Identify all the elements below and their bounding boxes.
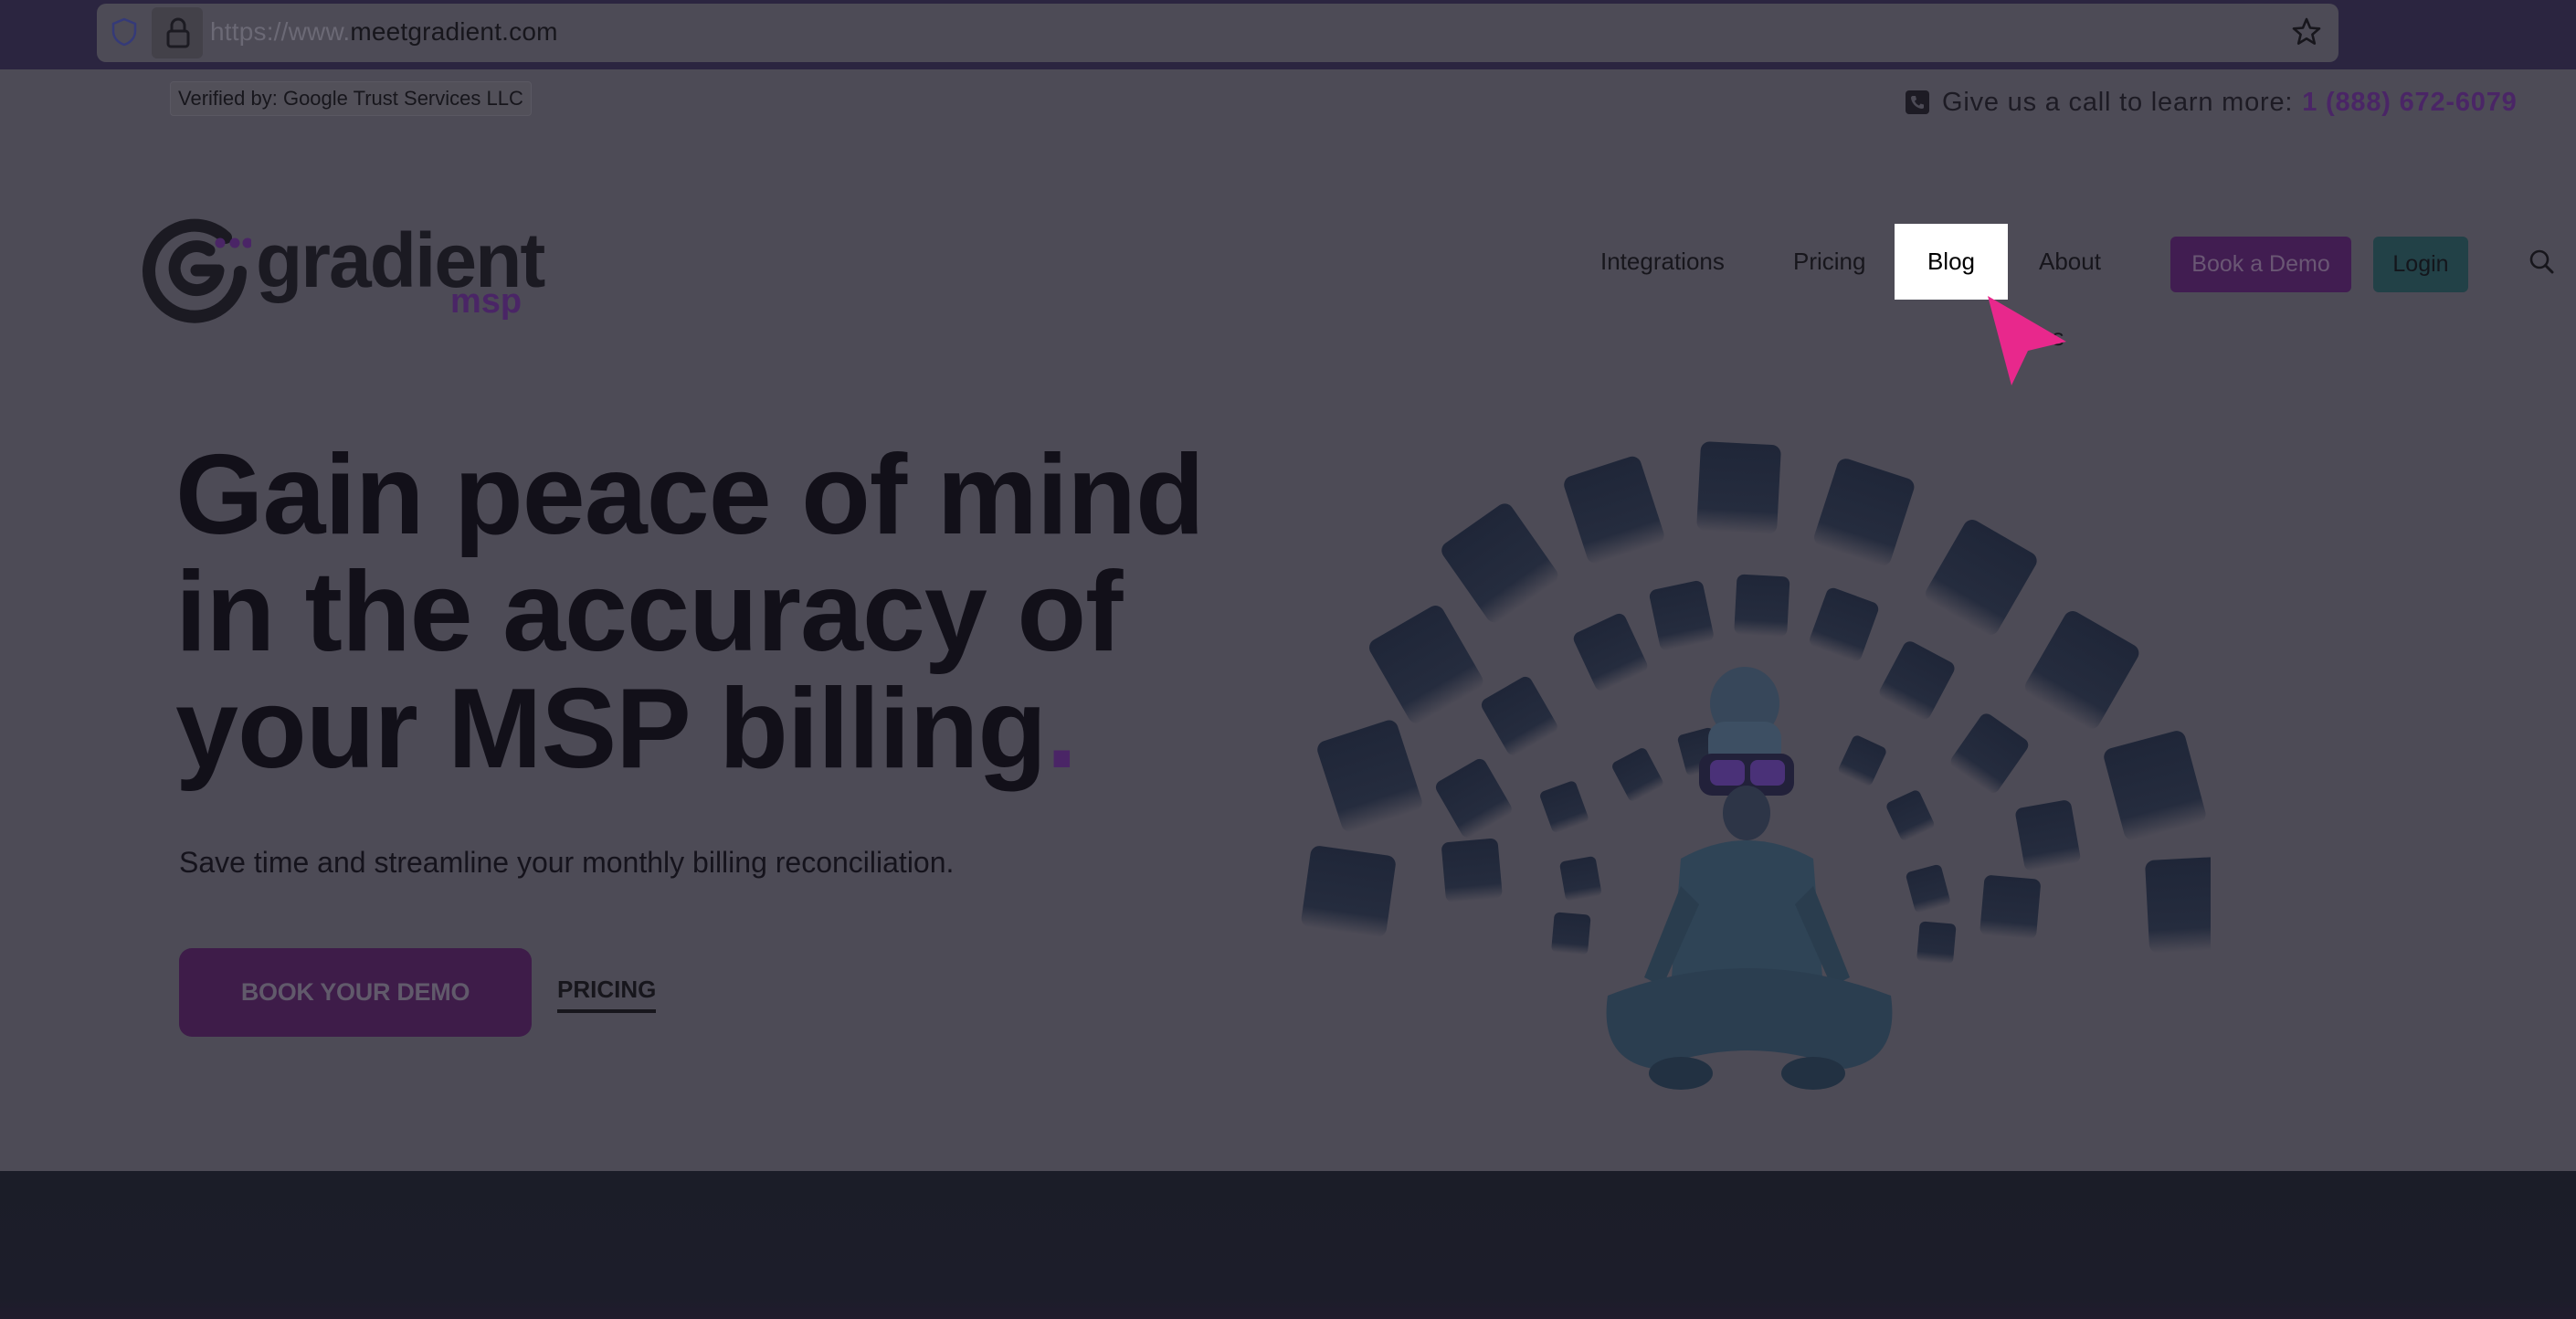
nav-about-us[interactable]: About us — [2039, 224, 2101, 351]
bookmark-star-icon[interactable] — [2291, 16, 2322, 47]
app-tile — [1916, 921, 1957, 965]
app-tile — [1441, 503, 1558, 623]
app-tile — [1369, 606, 1483, 723]
app-tile — [1435, 758, 1512, 838]
app-tile — [1814, 459, 1915, 566]
url-host: meetgradient.com — [350, 17, 558, 46]
app-tile — [1649, 580, 1714, 650]
app-tile — [1564, 456, 1664, 564]
pricing-link[interactable]: PRICING — [557, 976, 657, 1013]
headline-line-2: in the accuracy of — [175, 549, 1123, 675]
app-tile — [1573, 613, 1648, 691]
app-tile — [1551, 912, 1591, 955]
hero-illustration — [1301, 441, 2211, 1090]
headline-line-3: your MSP billing — [175, 666, 1047, 792]
app-tile — [2025, 611, 2139, 729]
phone-number-link[interactable]: 1 (888) 672-6079 — [2302, 88, 2517, 118]
meditating-figure — [1606, 667, 1893, 1090]
lock-icon — [166, 17, 190, 48]
hero-subtitle: Save time and streamline your monthly bi… — [179, 846, 955, 879]
app-tile — [2015, 800, 2081, 871]
nav-blog[interactable]: Blog — [1895, 224, 2008, 300]
phone-icon — [1906, 90, 1929, 114]
shield-icon[interactable] — [110, 16, 139, 47]
login-button[interactable]: Login — [2373, 237, 2468, 292]
app-tile — [1441, 838, 1503, 902]
app-tile — [1696, 441, 1781, 534]
url-text[interactable]: https://www.meetgradient.com — [210, 15, 558, 49]
logo-msp: msp — [450, 282, 523, 321]
hero-headline: Gain peace of mind in the accuracy of yo… — [175, 437, 1205, 787]
gradient-logo[interactable]: gradient msp — [142, 214, 545, 323]
app-tile — [1301, 846, 1396, 937]
call-text: Give us a call to learn more: — [1942, 87, 2294, 117]
app-tile — [2145, 856, 2211, 954]
mouse-cursor-icon — [1988, 296, 2066, 385]
app-tile — [1317, 720, 1422, 832]
app-tile — [2104, 731, 2206, 840]
logo-mark-icon — [143, 218, 251, 323]
app-tile — [1540, 781, 1589, 833]
headline-line-1: Gain peace of mind — [175, 432, 1205, 558]
browser-toolbar: https://www.meetgradient.com — [0, 0, 2576, 69]
book-your-demo-button[interactable]: BOOK YOUR DEMO — [179, 948, 532, 1037]
app-tile — [1838, 735, 1886, 786]
app-tile — [1559, 856, 1601, 902]
app-tile — [1734, 574, 1790, 638]
next-section — [0, 1171, 2576, 1319]
app-tile — [1886, 790, 1935, 841]
app-tile — [1980, 875, 2041, 939]
app-tile — [1906, 864, 1950, 913]
app-tile — [1950, 713, 2029, 793]
contact-line: Give us a call to learn more: 1 (888) 67… — [1906, 84, 2518, 121]
app-tile — [1926, 520, 2037, 636]
nav-integrations[interactable]: Integrations — [1600, 224, 1725, 300]
search-icon[interactable] — [2528, 248, 2556, 276]
url-scheme: https://www. — [210, 17, 351, 46]
app-tile — [1810, 587, 1879, 661]
nav-pricing[interactable]: Pricing — [1793, 224, 1865, 300]
app-tile — [1481, 676, 1557, 755]
certificate-tooltip: Verified by: Google Trust Services LLC — [170, 81, 532, 116]
headline-accent-dot: . — [1046, 666, 1077, 792]
book-a-demo-button[interactable]: Book a Demo — [2170, 237, 2351, 292]
app-tile — [1612, 748, 1663, 801]
app-tile — [1879, 641, 1955, 720]
